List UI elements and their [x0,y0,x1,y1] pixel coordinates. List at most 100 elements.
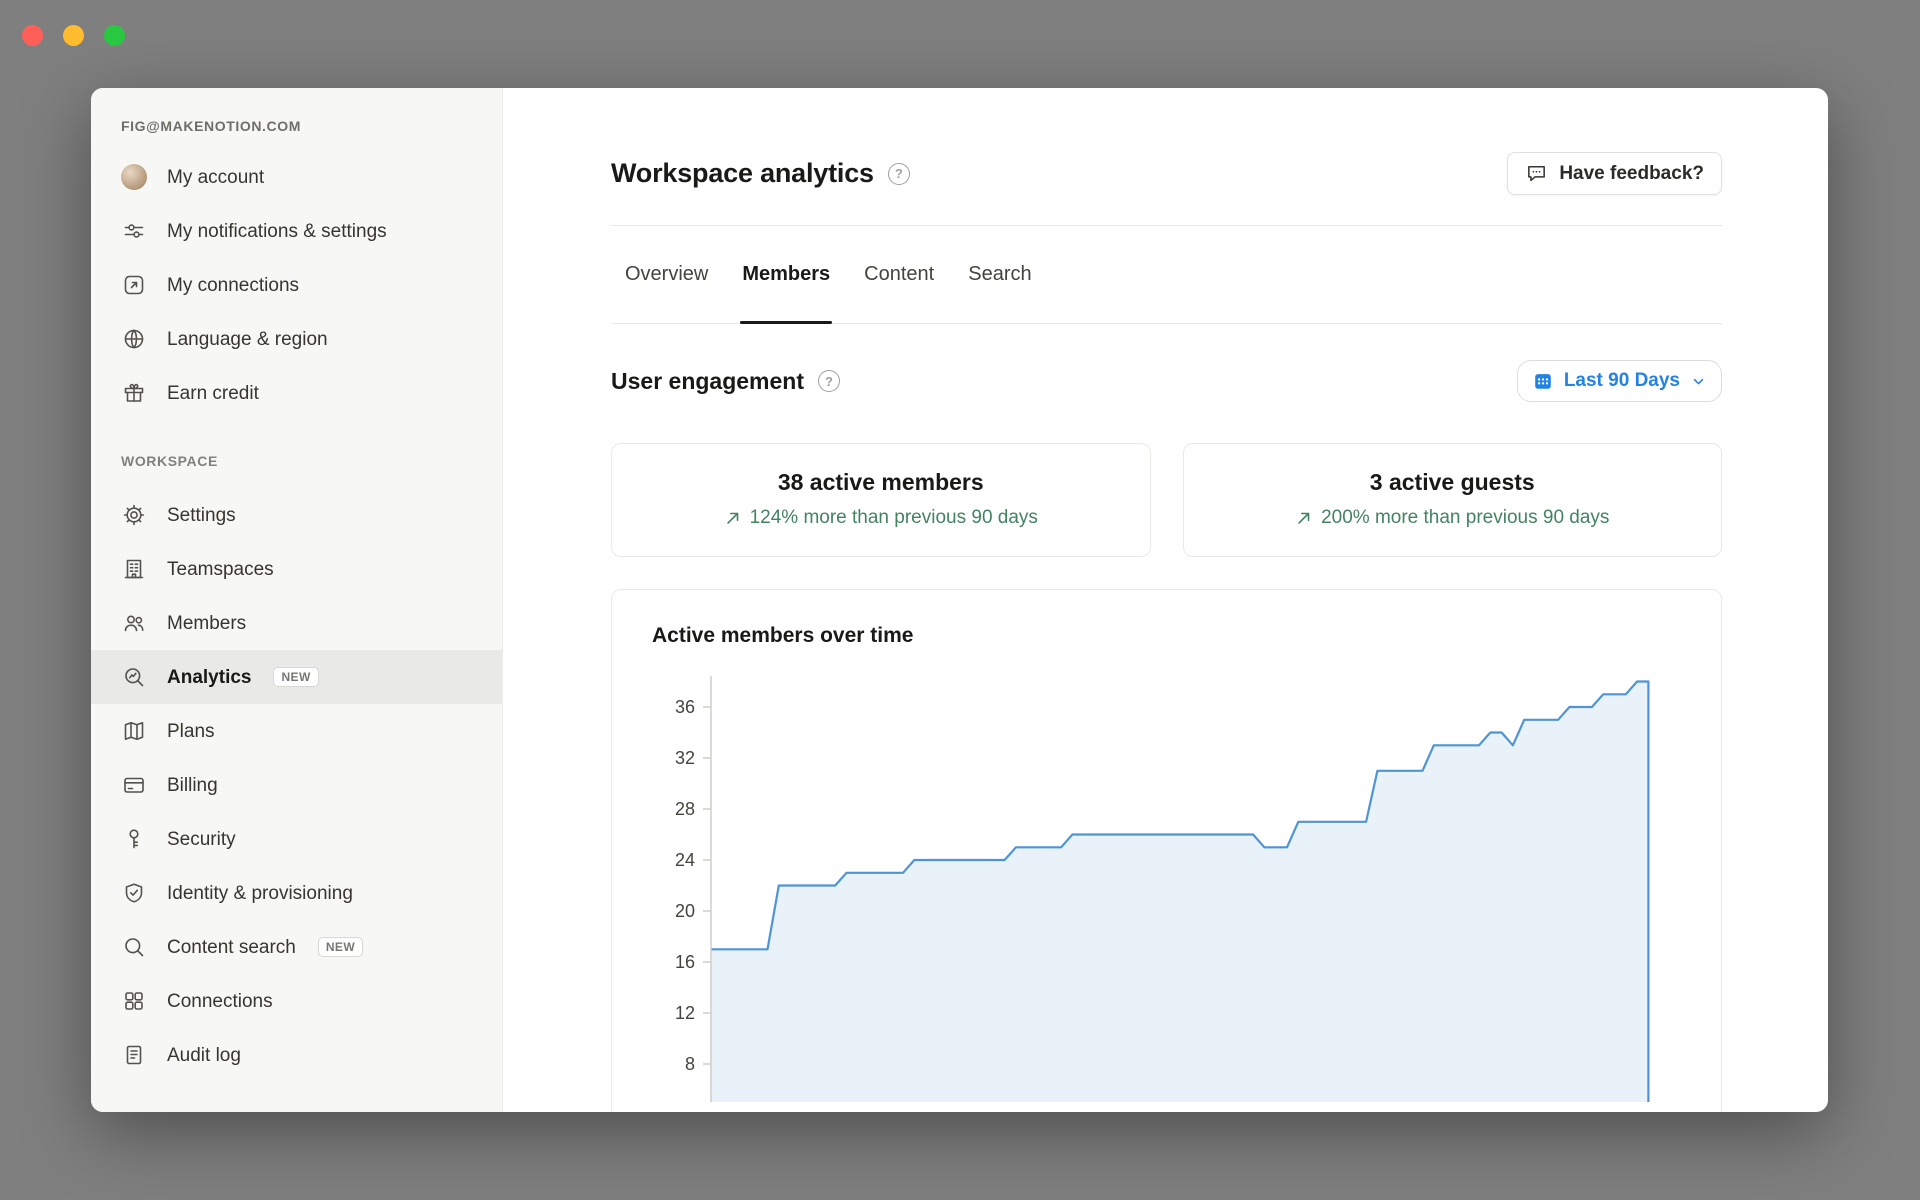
sidebar-item-label: Plans [167,719,215,744]
close-window-button[interactable] [22,25,43,46]
sidebar-item-label: My account [167,165,264,190]
account-nav: My account My notifications & settings My … [91,150,502,420]
have-feedback-label: Have feedback? [1559,163,1704,185]
date-range-label: Last 90 Days [1564,370,1680,392]
svg-text:32: 32 [675,748,695,768]
svg-text:20: 20 [675,901,695,921]
svg-text:12: 12 [675,1003,695,1023]
active-guests-delta-text: 200% more than previous 90 days [1321,507,1609,529]
active-members-delta: 124% more than previous 90 days [622,507,1140,529]
key-icon [121,826,147,852]
arrow-up-right-box-icon [121,272,147,298]
settings-dialog: FIG@MAKENOTION.COM My account My notifica… [91,88,1828,1112]
svg-text:24: 24 [675,850,695,870]
tab-content[interactable]: Content [862,226,936,323]
people-icon [121,610,147,636]
workspace-nav: Settings Teamspaces Members Analytics NEW Pla… [91,488,502,1082]
credit-card-icon [121,772,147,798]
sidebar-item-identity-provisioning[interactable]: Identity & provisioning [91,866,502,920]
active-members-area-chart: 8 12 16 20 24 28 32 36 [652,670,1681,1102]
chevron-down-icon [1690,373,1707,390]
active-guests-value: 3 active guests [1194,469,1712,496]
sidebar-item-plans[interactable]: Plans [91,704,502,758]
sidebar-item-connections[interactable]: Connections [91,974,502,1028]
grid-icon [121,988,147,1014]
feedback-bubble-icon [1525,162,1548,185]
map-icon [121,718,147,744]
sidebar-item-label: Earn credit [167,381,259,406]
help-icon[interactable]: ? [888,163,910,185]
page-title-wrap: Workspace analytics ? [611,158,910,189]
new-badge: NEW [318,937,363,957]
sidebar-item-label: Identity & provisioning [167,881,353,906]
page-title: Workspace analytics [611,158,874,189]
new-badge: NEW [273,667,318,687]
account-email: FIG@MAKENOTION.COM [91,114,502,138]
page-header: Workspace analytics ? Have feedback? [611,152,1722,195]
engagement-stats-row: 38 active members 124% more than previou… [611,443,1722,557]
sidebar-item-my-notifications-settings[interactable]: My notifications & settings [91,204,502,258]
sidebar-item-analytics[interactable]: Analytics NEW [91,650,502,704]
active-members-value: 38 active members [622,469,1140,496]
sidebar-item-members[interactable]: Members [91,596,502,650]
workspace-section-label: WORKSPACE [91,446,502,476]
sidebar-item-teamspaces[interactable]: Teamspaces [91,542,502,596]
sidebar-item-earn-credit[interactable]: Earn credit [91,366,502,420]
building-icon [121,556,147,582]
minimize-window-button[interactable] [63,25,84,46]
sidebar-item-content-search[interactable]: Content search NEW [91,920,502,974]
have-feedback-button[interactable]: Have feedback? [1507,152,1722,195]
sidebar-item-label: Settings [167,503,236,528]
sidebar-item-label: Content search [167,935,296,960]
window-controls [22,25,125,46]
audit-scroll-icon [121,1042,147,1068]
analytics-main: Workspace analytics ? Have feedback? Ove… [503,88,1828,1112]
gear-icon [121,502,147,528]
sidebar-item-label: Audit log [167,1043,241,1068]
svg-text:8: 8 [685,1054,695,1074]
magnifier-icon [121,934,147,960]
sidebar-item-label: Billing [167,773,218,798]
user-engagement-title-wrap: User engagement ? [611,368,840,395]
tab-overview[interactable]: Overview [623,226,710,323]
svg-text:16: 16 [675,952,695,972]
date-range-selector[interactable]: Last 90 Days [1517,360,1722,402]
tab-search[interactable]: Search [966,226,1033,323]
sidebar-item-audit-log[interactable]: Audit log [91,1028,502,1082]
sidebar-item-my-connections[interactable]: My connections [91,258,502,312]
active-members-delta-text: 124% more than previous 90 days [750,507,1038,529]
globe-icon [121,326,147,352]
sidebar-item-label: Connections [167,989,273,1014]
sidebar-item-label: Security [167,827,236,852]
sidebar-item-language-region[interactable]: Language & region [91,312,502,366]
user-engagement-help-icon[interactable]: ? [818,370,840,392]
settings-sidebar: FIG@MAKENOTION.COM My account My notifica… [91,88,503,1112]
svg-text:28: 28 [675,799,695,819]
tab-members[interactable]: Members [740,226,832,323]
sidebar-item-label: My notifications & settings [167,219,387,244]
sidebar-item-label: My connections [167,273,299,298]
sidebar-item-my-account[interactable]: My account [91,150,502,204]
sidebar-item-label: Teamspaces [167,557,274,582]
sidebar-item-label: Members [167,611,246,636]
zoom-window-button[interactable] [104,25,125,46]
sidebar-item-label: Language & region [167,327,328,352]
gift-icon [121,380,147,406]
sliders-icon [121,218,147,244]
sidebar-item-settings[interactable]: Settings [91,488,502,542]
sidebar-item-security[interactable]: Security [91,812,502,866]
avatar-icon [121,164,147,190]
user-engagement-heading: User engagement [611,368,804,395]
active-guests-card: 3 active guests 200% more than previous … [1183,443,1723,557]
svg-text:36: 36 [675,697,695,717]
active-guests-delta: 200% more than previous 90 days [1194,507,1712,529]
sidebar-item-billing[interactable]: Billing [91,758,502,812]
trend-up-icon [724,509,742,527]
calendar-icon [1532,370,1554,392]
sidebar-item-label: Analytics [167,665,251,690]
trend-up-icon [1295,509,1313,527]
active-members-chart-card: Active members over time 812162024283236 [611,589,1722,1112]
active-members-card: 38 active members 124% more than previou… [611,443,1151,557]
user-engagement-header: User engagement ? [611,360,1722,402]
magnifier-chart-icon [121,664,147,690]
